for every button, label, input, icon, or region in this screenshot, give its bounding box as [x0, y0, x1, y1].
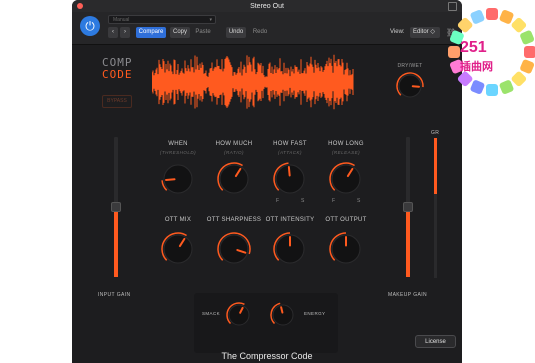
row1-knob-2[interactable] — [272, 161, 308, 197]
row1-min-label-2: F — [276, 198, 280, 204]
plugin-panel: COMP CODE BYPASS DRY/WET WHEN (THRESHOLD)… — [72, 45, 462, 363]
row1-max-label-2: S — [301, 198, 305, 204]
watermark-tile — [499, 9, 514, 24]
row2-label-2: OTT INTENSITY — [265, 217, 315, 223]
row1-min-label-3: F — [332, 198, 336, 204]
row1-label-0: WHEN — [168, 141, 188, 147]
preset-select[interactable]: Manual ▾ — [108, 15, 216, 24]
watermark-tile — [457, 17, 473, 33]
knob-body — [272, 304, 294, 326]
row1-knob-0[interactable] — [160, 161, 196, 197]
row1-knob-1[interactable] — [216, 161, 252, 197]
knob-body — [228, 304, 250, 326]
saturation-panel — [194, 293, 338, 353]
row2-label-1: OTT SHARPNESS — [206, 217, 262, 223]
view-select[interactable]: Editor ◇ — [410, 27, 440, 38]
row2-knob-0[interactable] — [160, 231, 196, 267]
row1-label-2: HOW FAST — [273, 141, 307, 147]
power-button[interactable]: ⏻ — [80, 16, 100, 36]
watermark-tile — [499, 80, 514, 95]
window-title: Stereo Out — [250, 2, 284, 10]
watermark-tile — [486, 84, 498, 96]
footer-title: The Compressor Code — [221, 351, 313, 361]
knob-pointer — [280, 306, 284, 314]
knob-pointer — [287, 166, 291, 177]
watermark-logo: 251 插曲网 — [448, 8, 535, 96]
watermark-number: 251 — [460, 39, 487, 56]
view-value: Editor — [413, 29, 429, 35]
watermark-tile — [520, 59, 535, 74]
watermark-tile — [511, 71, 527, 87]
copy-button[interactable]: Copy — [170, 27, 190, 38]
input-gain-thumb[interactable] — [111, 202, 121, 212]
watermark-tile — [511, 17, 527, 33]
logo: COMP CODE — [102, 57, 133, 81]
row1-sublabel-3: (RELEASE) — [331, 150, 361, 155]
knob-pointer — [165, 178, 176, 181]
view-label: View: — [390, 29, 405, 35]
row1-max-label-3: S — [357, 198, 361, 204]
close-window-button[interactable] — [77, 3, 83, 9]
knob-body — [163, 234, 193, 264]
preset-value: Manual — [113, 17, 130, 23]
watermark-tile — [520, 30, 535, 45]
knob-body — [219, 164, 249, 194]
watermark-tile — [470, 9, 485, 24]
watermark-tile — [524, 46, 535, 58]
watermark-tile — [448, 46, 460, 58]
previous-preset-button[interactable]: ‹ — [108, 27, 118, 38]
power-icon: ⏻ — [85, 18, 95, 33]
compare-button[interactable]: Compare — [136, 27, 166, 38]
chevron-down-icon: ▾ — [209, 17, 212, 23]
watermark-tile — [486, 8, 498, 20]
makeup-gain-thumb[interactable] — [403, 202, 413, 212]
row1-sublabel-2: (ATTACK) — [277, 150, 303, 155]
makeup-gain-label: MAKEUP GAIN — [388, 292, 428, 298]
row1-label-3: HOW LONG — [328, 141, 364, 147]
row1-label-1: HOW MUCH — [215, 141, 253, 147]
waveform-path — [152, 54, 354, 110]
gr-label: GR — [431, 130, 440, 136]
plugin-window: Stereo Out ⏻ Manual ▾ ‹ › Compare Copy P… — [72, 0, 462, 363]
drywet-knob[interactable] — [395, 71, 425, 101]
watermark-tile — [470, 80, 485, 95]
row2-label-3: OTT OUTPUT — [325, 217, 367, 223]
energy-knob[interactable] — [269, 301, 297, 329]
row2-knob-1[interactable] — [216, 231, 252, 267]
license-button[interactable]: License — [415, 335, 456, 348]
row2-label-0: OTT MIX — [164, 217, 192, 223]
host-toolbar: ⏻ Manual ▾ ‹ › Compare Copy Paste Undo R… — [72, 12, 462, 45]
bypass-button[interactable]: BYPASS — [102, 95, 132, 108]
drywet-label: DRY/WET — [397, 63, 423, 69]
makeup-gain-fill — [406, 207, 410, 277]
knob-body — [331, 164, 361, 194]
paste-button[interactable]: Paste — [193, 27, 213, 38]
knob-body — [219, 234, 249, 264]
energy-label: ENERGY — [304, 311, 326, 316]
redo-button[interactable]: Redo — [250, 27, 270, 38]
gr-meter-fill — [434, 138, 437, 194]
row2-knob-2[interactable] — [272, 231, 308, 267]
undo-button[interactable]: Undo — [226, 27, 246, 38]
row2-knob-3[interactable] — [328, 231, 364, 267]
next-preset-button[interactable]: › — [120, 27, 130, 38]
row1-sublabel-1: (RATIO) — [224, 150, 244, 155]
row1-sublabel-0: (THRESHOLD) — [159, 150, 197, 155]
row1-knob-3[interactable] — [328, 161, 364, 197]
title-bar: Stereo Out — [72, 0, 462, 12]
logo-line-2: CODE — [102, 68, 133, 81]
waveform-display — [152, 54, 354, 110]
watermark-text: 插曲网 — [460, 59, 493, 73]
input-gain-fill — [114, 207, 118, 277]
smack-label: SMACK — [202, 311, 221, 316]
smack-knob[interactable] — [225, 301, 253, 329]
input-gain-label: INPUT GAIN — [98, 292, 131, 298]
